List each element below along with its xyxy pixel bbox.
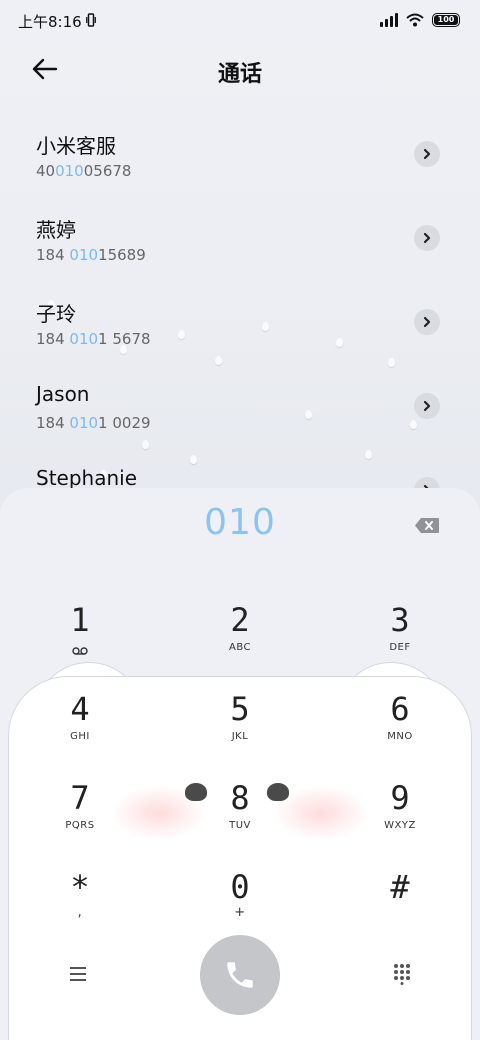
- signal-icon: [380, 13, 398, 27]
- key-letters: ,: [77, 905, 83, 920]
- contact-name: 子玲: [36, 302, 76, 326]
- key-letters: ABC: [228, 642, 251, 653]
- key-digit: 3: [390, 601, 410, 639]
- key-letters: MNO: [387, 731, 413, 742]
- key-digit: 7: [70, 779, 90, 817]
- key-digit: 5: [230, 690, 250, 728]
- chevron-right-icon[interactable]: [414, 477, 440, 488]
- key-letters: JKL: [231, 731, 249, 742]
- contact-number: 4001005678: [36, 162, 132, 180]
- key-letters: DEF: [389, 642, 411, 653]
- key-digit: 6: [390, 690, 410, 728]
- dial-key-9[interactable]: 9 WXYZ: [340, 778, 460, 858]
- status-time: 上午8:16: [18, 13, 82, 31]
- key-digit: 4: [70, 690, 90, 728]
- chevron-right-icon[interactable]: [414, 393, 440, 419]
- key-letters: GHI: [70, 731, 90, 742]
- contact-row[interactable]: 小米客服 4001005678: [0, 112, 480, 196]
- dial-key-6[interactable]: 6 MNO: [340, 689, 460, 769]
- chevron-right-icon[interactable]: [414, 309, 440, 335]
- chevron-right-icon[interactable]: [414, 225, 440, 251]
- dial-key-1[interactable]: 1: [20, 600, 140, 680]
- status-bar: 上午8:16 100: [0, 0, 480, 40]
- key-digit: 0: [230, 868, 250, 906]
- key-digit: 8: [230, 779, 250, 817]
- dial-key-4[interactable]: 4 GHI: [20, 689, 140, 769]
- key-letters: +: [234, 905, 246, 920]
- key-digit: 2: [230, 601, 250, 639]
- contact-name: Stephanie: [36, 466, 138, 488]
- key-digit: 9: [390, 779, 410, 817]
- contact-row[interactable]: Jason 184 0101 0029: [0, 364, 480, 448]
- contact-number: 184 0101 5678: [36, 330, 151, 348]
- dial-key-star[interactable]: * ,: [20, 867, 140, 947]
- backspace-icon[interactable]: [414, 517, 440, 534]
- contact-number: 184 01015689: [36, 246, 146, 264]
- contact-row[interactable]: 燕婷 184 01015689: [0, 196, 480, 280]
- battery-level: 100: [437, 15, 455, 24]
- contact-name: 小米客服: [36, 134, 116, 158]
- dialpad-icon[interactable]: [392, 963, 412, 985]
- contact-number: 184 0101 0029: [36, 414, 151, 432]
- page-title: 通话: [217, 62, 262, 87]
- key-letters: TUV: [229, 820, 251, 831]
- voicemail-icon: [72, 647, 88, 655]
- wifi-icon: [406, 13, 424, 27]
- dial-key-5[interactable]: 5 JKL: [180, 689, 300, 769]
- phone-icon: [227, 962, 253, 988]
- contact-row[interactable]: Stephanie: [0, 448, 480, 488]
- key-digit: *: [70, 868, 90, 906]
- dial-key-2[interactable]: 2 ABC: [180, 600, 300, 680]
- key-digit: 1: [70, 601, 90, 639]
- key-digit: #: [390, 868, 410, 906]
- dial-key-8[interactable]: 8 TUV: [180, 778, 300, 858]
- contact-row[interactable]: 子玲 184 0101 5678: [0, 280, 480, 364]
- dial-input[interactable]: 010: [0, 502, 480, 543]
- key-letters: PQRS: [65, 820, 95, 831]
- contact-name: 燕婷: [36, 218, 76, 242]
- dial-key-3[interactable]: 3 DEF: [340, 600, 460, 680]
- contact-name: Jason: [36, 382, 90, 406]
- menu-icon[interactable]: [68, 965, 88, 983]
- contact-list[interactable]: 小米客服 4001005678 燕婷 184 01015689 子玲 184 0…: [0, 112, 480, 488]
- call-button[interactable]: [200, 935, 280, 1015]
- dial-key-7[interactable]: 7 PQRS: [20, 778, 140, 858]
- chevron-right-icon[interactable]: [414, 141, 440, 167]
- dial-key-hash[interactable]: #: [340, 867, 460, 947]
- battery-icon: 100: [432, 13, 460, 27]
- key-letters: WXYZ: [384, 820, 416, 831]
- vibrate-icon: [86, 13, 96, 27]
